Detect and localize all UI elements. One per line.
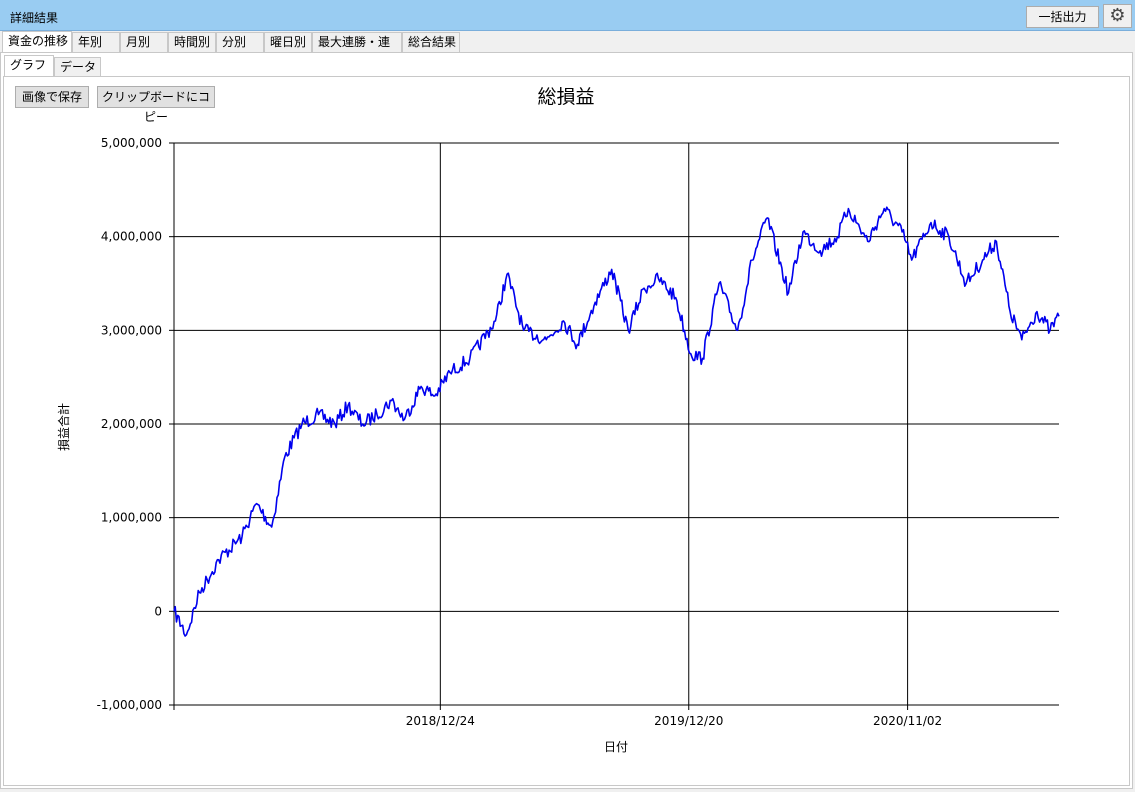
gear-icon: ⚙ [1109,5,1126,26]
y-tick-label: 2,000,000 [101,417,162,431]
y-tick-label: 3,000,000 [101,323,162,337]
tab-weekday[interactable]: 曜日別 [264,32,312,52]
tab-yearly[interactable]: 年別 [72,32,120,52]
y-axis-label: 損益合計 [56,403,71,451]
tab-graph[interactable]: グラフ [4,55,54,77]
settings-button[interactable]: ⚙ [1103,4,1132,28]
series-line [173,206,1060,637]
tab-minutely[interactable]: 分別 [216,32,264,52]
y-tick-label: 4,000,000 [101,230,162,244]
x-axis-label: 日付 [604,740,628,754]
x-tick-label: 2019/12/20 [654,714,723,728]
tab-overall-result[interactable]: 総合結果 [402,32,460,52]
tab-data[interactable]: データ [54,57,101,76]
graph-panel: 画像で保存 クリップボードにコピー -1,000,000 0 1,000,000 2,… [3,76,1130,786]
tab-monthly[interactable]: 月別 [120,32,168,52]
tab-equity-curve[interactable]: 資金の推移 [2,31,72,53]
y-tick-label: 5,000,000 [101,136,162,150]
title-bar: 詳細結果 一括出力 ⚙ [0,0,1135,31]
equity-chart: -1,000,000 0 1,000,000 2,000,000 3,000,000 4,… [56,86,1060,754]
y-tick-label: 1,000,000 [101,511,162,525]
tab-hourly[interactable]: 時間別 [168,32,216,52]
main-tab-panel: グラフ データ 画像で保存 クリップボードにコピー -1,000,000 0 1,0… [0,52,1133,789]
bulk-export-button[interactable]: 一括出力 [1026,6,1099,28]
main-tab-strip: 資金の推移 年別 月別 時間別 分別 曜日別 最大連勝・連敗 総合結果 [0,31,1135,68]
chart-title: 総損益 [537,86,594,108]
y-tick-label: 0 [154,604,162,618]
y-tick-label: -1,000,000 [97,698,162,712]
tab-max-streak[interactable]: 最大連勝・連敗 [312,32,402,68]
x-tick-label: 2018/12/24 [406,714,475,728]
x-tick-label: 2020/11/02 [873,714,942,728]
window-title: 詳細結果 [10,11,59,25]
